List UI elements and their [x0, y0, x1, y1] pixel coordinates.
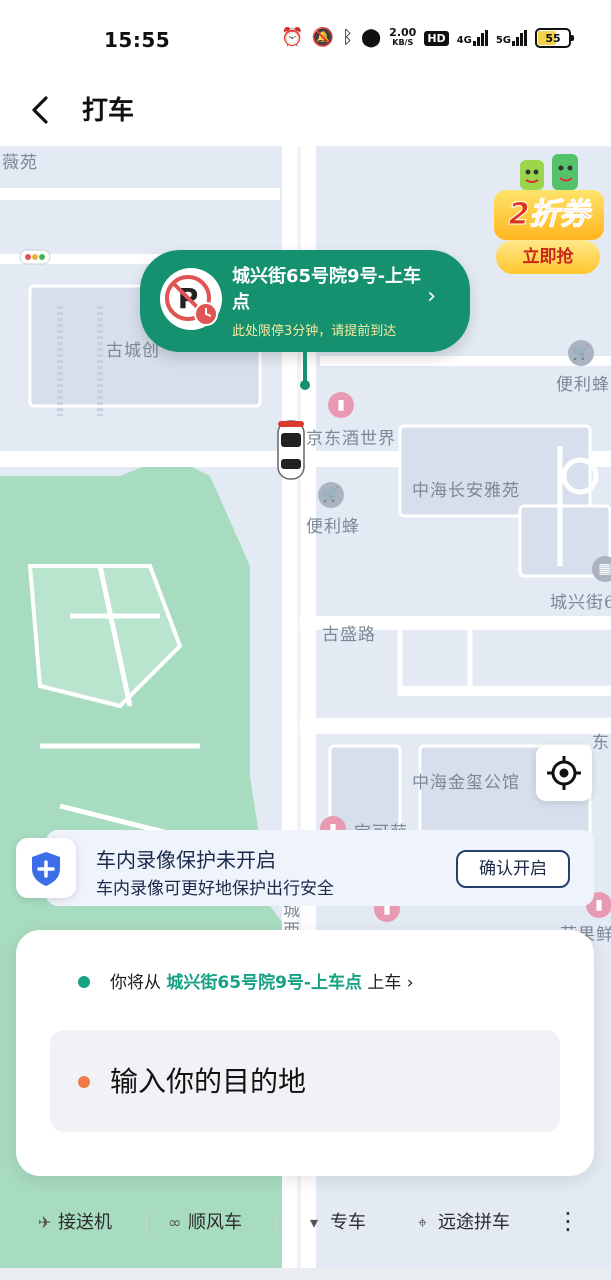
- origin-dot-icon: [78, 976, 90, 988]
- trip-sheet: 你将从 城兴街65号院9号-上车点 上车 › 输入你的目的地: [16, 930, 594, 1176]
- map-label: 薇苑: [2, 153, 38, 173]
- map-label: 东: [592, 733, 610, 753]
- divider: [276, 1214, 277, 1234]
- hd-badge: HD: [424, 30, 449, 46]
- map-label: 便利蜂: [556, 375, 610, 395]
- locate-button[interactable]: [536, 745, 592, 801]
- battery-icon: 55: [535, 28, 574, 48]
- alarm-icon: ⏰: [281, 27, 304, 48]
- confirm-enable-button[interactable]: 确认开启: [456, 850, 570, 888]
- promo-grab-button[interactable]: 立即抢: [496, 240, 600, 274]
- no-parking-icon: P: [160, 268, 222, 330]
- status-time: 15:55: [104, 28, 171, 52]
- signal-5g: 5G: [496, 30, 527, 46]
- bluetooth-icon: ᛒ: [342, 27, 354, 48]
- network-speed: 2.00 KB/S: [389, 26, 417, 48]
- pickup-note: 此处限停3分钟，请提前到达: [232, 324, 397, 339]
- map-label: 京东酒世界: [306, 429, 396, 449]
- map-label: 城兴街6: [550, 593, 611, 613]
- shop-icon: 🛒: [568, 340, 594, 366]
- speed-unit: KB/S: [392, 38, 414, 47]
- net-label-4g: 4G: [456, 35, 472, 46]
- tie-icon: ▾: [310, 1213, 319, 1232]
- page-title: 打车: [82, 96, 135, 126]
- status-bar: 15:55 ⏰ 🔕 ᛒ ⬤ 2.00 KB/S HD 4G 5G 55: [0, 0, 611, 78]
- origin-prefix: 你将从: [110, 973, 161, 993]
- service-tabs: ✈ 接送机 ∞ 顺风车 ▾ 专车 ⌖ 远途拼车 ⋮: [0, 1196, 611, 1252]
- road-label: 古盛路: [322, 625, 376, 645]
- tab-label: 专车: [330, 1212, 366, 1233]
- tab-label: 接送机: [58, 1212, 112, 1233]
- app-root: 15:55 ⏰ 🔕 ᛒ ⬤ 2.00 KB/S HD 4G 5G 55 打车 薇…: [0, 0, 611, 1280]
- tab-premier[interactable]: ▾ 专车: [310, 1208, 366, 1234]
- destination-dot-icon: [78, 1076, 90, 1088]
- video-protection-banner: 车内录像保护未开启 车内录像可更好地保护出行安全 确认开启: [46, 830, 594, 906]
- chevron-right-icon: ›: [427, 284, 436, 309]
- battery-level: 55: [545, 31, 561, 45]
- home-indicator: [0, 1268, 611, 1280]
- location-icon: ⌖: [418, 1213, 428, 1232]
- tab-longtrip[interactable]: ⌖ 远途拼车: [418, 1208, 510, 1234]
- map-label: 中海长安雅苑: [412, 481, 520, 501]
- plane-icon: ✈: [38, 1213, 52, 1232]
- shop-icon: 🛒: [318, 482, 344, 508]
- map-label: 中海金玺公馆: [412, 773, 520, 793]
- destination-placeholder: 输入你的目的地: [110, 1065, 307, 1098]
- net-label-5g: 5G: [495, 35, 511, 46]
- speed-value: 2.00: [389, 26, 417, 39]
- origin-location: 城兴街65号院9号-上车点: [166, 973, 362, 993]
- tab-airport[interactable]: ✈ 接送机: [38, 1208, 112, 1234]
- chevron-left-icon: [32, 96, 48, 124]
- origin-suffix: 上车: [367, 973, 402, 993]
- tab-label: 顺风车: [188, 1212, 242, 1233]
- signal-4g: 4G: [457, 30, 488, 46]
- wine-icon: ▮: [328, 392, 354, 418]
- safety-subtitle: 车内录像可更好地保护出行安全: [96, 879, 334, 899]
- carpool-icon: ∞: [168, 1213, 182, 1232]
- pickup-pin-dot: [300, 380, 310, 390]
- pickup-point-bubble[interactable]: P 城兴街65号院9号-上车点 此处限停3分钟，请提前到达 ›: [140, 250, 470, 352]
- building-icon: ▦: [592, 556, 611, 582]
- more-vertical-icon[interactable]: ⋮: [556, 1206, 580, 1238]
- signal-bars-icon: [512, 30, 527, 46]
- status-icons: ⏰ 🔕 ᛒ ⬤ 2.00 KB/S HD 4G 5G 55: [281, 26, 574, 50]
- shield-plus-icon: [16, 838, 76, 898]
- divider: [146, 1214, 147, 1234]
- signal-bars-icon: [472, 30, 488, 46]
- promo-coupon[interactable]: 2折券 立即抢: [492, 148, 606, 274]
- mute-icon: 🔕: [311, 27, 335, 48]
- map-label: 便利蜂: [306, 517, 360, 537]
- location-status-icon: ⬤: [361, 27, 382, 48]
- crosshair-icon: [547, 756, 581, 790]
- header: 打车: [0, 78, 611, 146]
- safety-title: 车内录像保护未开启: [96, 848, 276, 872]
- promo-title: 2折券: [494, 190, 604, 240]
- chevron-right-icon: ›: [406, 973, 414, 993]
- mascot-icon: [520, 154, 578, 190]
- tab-hitch[interactable]: ∞ 顺风车: [168, 1208, 242, 1234]
- tab-label: 远途拼车: [438, 1212, 510, 1233]
- pickup-pin-stem: [303, 352, 307, 382]
- pickup-name: 城兴街65号院9号-上车点: [232, 266, 422, 313]
- origin-row[interactable]: 你将从 城兴街65号院9号-上车点 上车 ›: [110, 968, 414, 993]
- destination-input[interactable]: 输入你的目的地: [50, 1030, 560, 1132]
- back-button[interactable]: [26, 88, 66, 132]
